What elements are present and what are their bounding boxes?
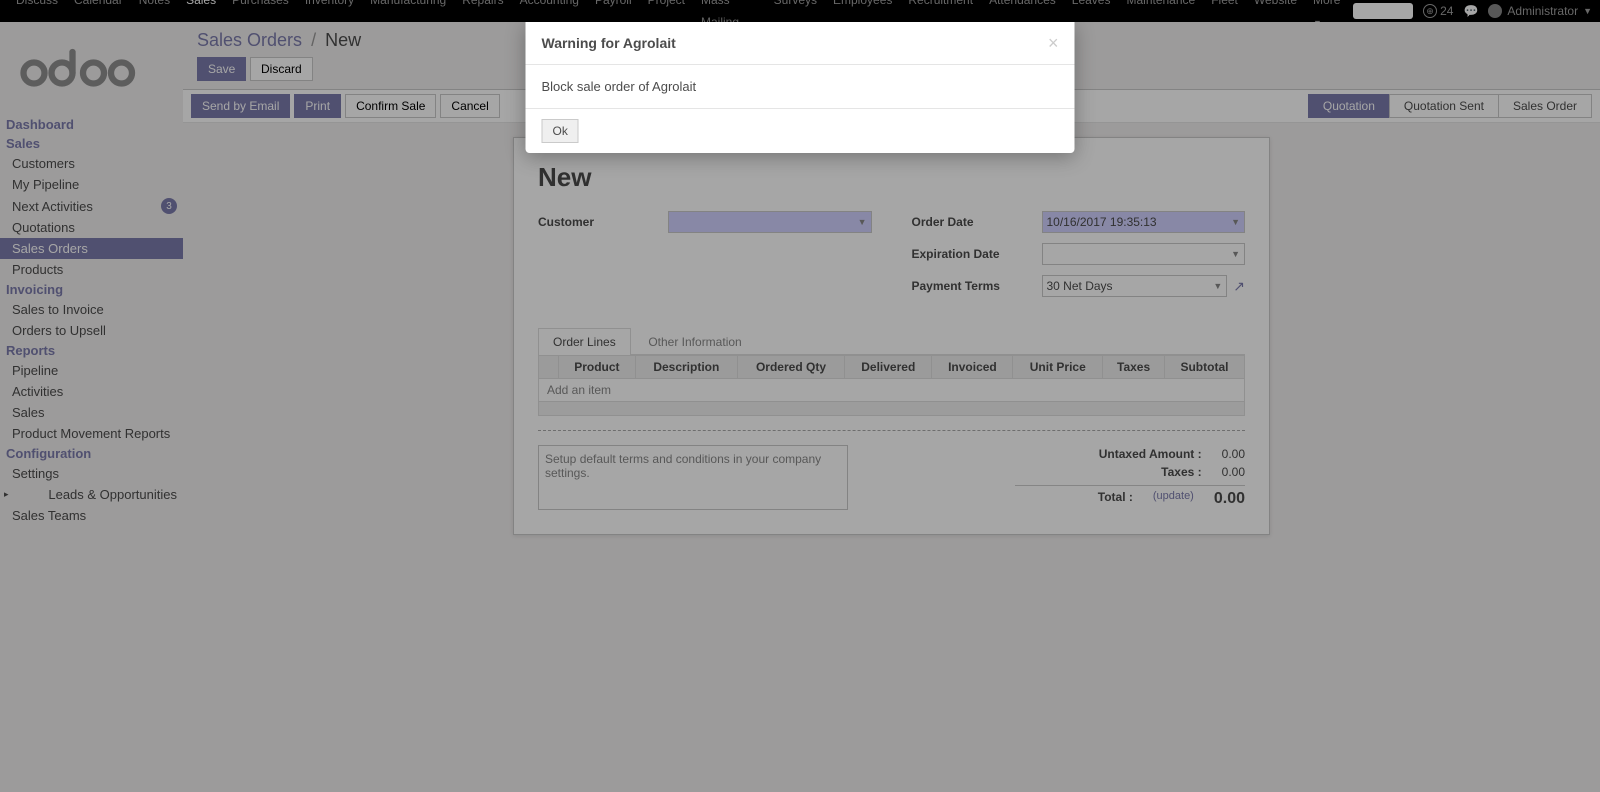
ok-button[interactable]: Ok [542, 119, 579, 143]
modal-body: Block sale order of Agrolait [526, 65, 1075, 108]
warning-modal: Warning for Agrolait × Block sale order … [526, 22, 1075, 153]
modal-title: Warning for Agrolait [542, 35, 676, 51]
close-icon[interactable]: × [1048, 34, 1059, 52]
